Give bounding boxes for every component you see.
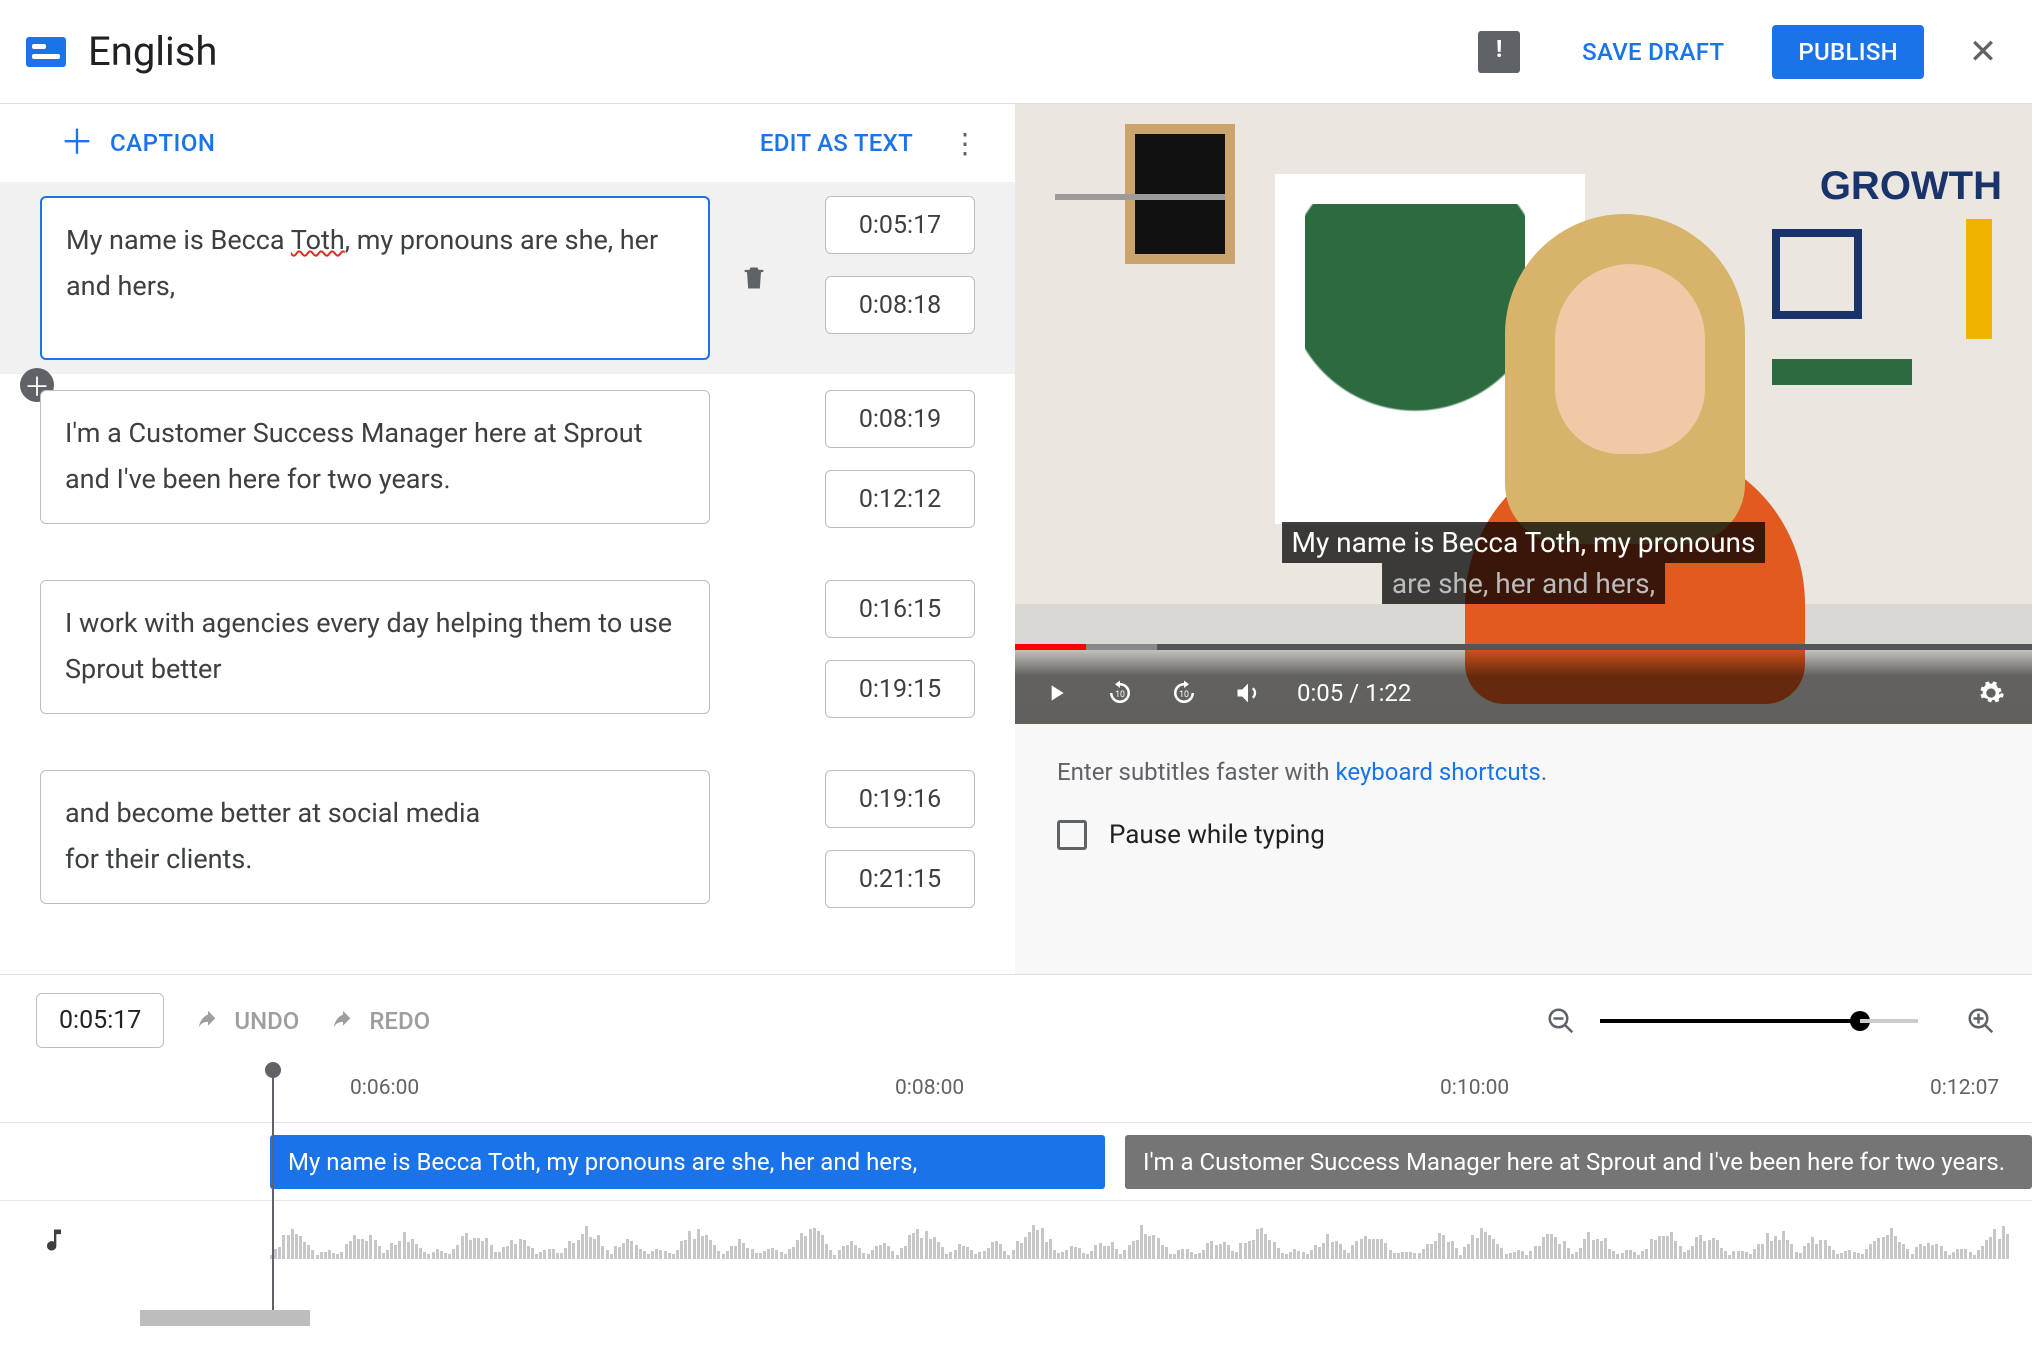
more-icon[interactable]: ⋮ (951, 127, 979, 160)
overlay-line: My name is Becca Toth, my pronouns (1282, 522, 1766, 563)
wall-text: GROWTH (1820, 164, 2002, 209)
publish-button[interactable]: PUBLISH (1772, 25, 1924, 79)
feedback-icon[interactable]: ! (1478, 31, 1520, 73)
close-icon[interactable]: ✕ (1964, 32, 2002, 72)
caption-text-input[interactable]: My name is Becca Toth, my pronouns are s… (40, 196, 710, 360)
delete-caption-button[interactable] (740, 262, 768, 294)
captions-icon (26, 37, 66, 67)
play-icon[interactable] (1041, 678, 1071, 708)
add-caption-button[interactable]: CAPTION (110, 129, 744, 157)
caption-end-time[interactable]: 0:12:12 (825, 470, 975, 528)
plus-icon[interactable]: ＋ (60, 126, 94, 160)
zoom-out-icon[interactable] (1546, 1006, 1576, 1036)
caption-row[interactable]: My name is Becca Toth, my pronouns are s… (0, 182, 1015, 374)
caption-start-time[interactable]: 0:05:17 (825, 196, 975, 254)
caption-row[interactable]: I'm a Customer Success Manager here at S… (0, 390, 1015, 580)
caption-text-input[interactable]: I work with agencies every day helping t… (40, 580, 710, 714)
caption-panel: ＋ CAPTION EDIT AS TEXT ⋮ ＋ My name is Be… (0, 104, 1015, 974)
tick-label: 0:10:00 (1440, 1076, 1509, 1100)
caption-end-time[interactable]: 0:21:15 (825, 850, 975, 908)
timeline[interactable]: 0:06:00 0:08:00 0:10:00 0:12:07 My name … (0, 1066, 2032, 1326)
caption-start-time[interactable]: 0:16:15 (825, 580, 975, 638)
playhead[interactable] (272, 1070, 274, 1326)
video-player[interactable]: GROWTH My name is Becca Toth, my pronoun… (1015, 104, 2032, 724)
pause-while-typing-checkbox[interactable] (1057, 820, 1087, 850)
caption-text-input[interactable]: I'm a Customer Success Manager here at S… (40, 390, 710, 524)
undo-button[interactable]: UNDO (194, 1007, 299, 1035)
caption-end-time[interactable]: 0:19:15 (825, 660, 975, 718)
forward-10-icon[interactable]: 10 (1169, 678, 1199, 708)
video-scene: GROWTH (1015, 104, 2032, 724)
caption-segment[interactable]: My name is Becca Toth, my pronouns are s… (270, 1135, 1105, 1189)
video-panel: GROWTH My name is Becca Toth, my pronoun… (1015, 104, 2032, 974)
zoom-slider-knob[interactable] (1850, 1011, 1870, 1031)
video-controls-bar: 10 10 0:05 / 1:22 (1015, 644, 2032, 724)
caption-lane[interactable]: My name is Becca Toth, my pronouns are s… (0, 1122, 2032, 1200)
keyboard-shortcuts-link[interactable]: keyboard shortcuts (1335, 758, 1540, 786)
video-progress[interactable] (1015, 644, 2032, 650)
redo-button[interactable]: REDO (329, 1007, 430, 1035)
spelling-highlight: Toth (291, 224, 345, 256)
zoom-slider[interactable] (1600, 1019, 1860, 1023)
caption-start-time[interactable]: 0:19:16 (825, 770, 975, 828)
zoom-controls (1546, 1006, 1996, 1036)
rewind-10-icon[interactable]: 10 (1105, 678, 1135, 708)
caption-row[interactable]: I work with agencies every day helping t… (0, 580, 1015, 770)
caption-text-part: My name is Becca (66, 224, 291, 256)
caption-end-time[interactable]: 0:08:18 (825, 276, 975, 334)
main-area: ＋ CAPTION EDIT AS TEXT ⋮ ＋ My name is Be… (0, 104, 2032, 974)
timeline-lanes: My name is Becca Toth, my pronouns are s… (0, 1122, 2032, 1278)
caption-row[interactable]: and become better at social media for th… (0, 770, 1015, 960)
tick-label: 0:08:00 (895, 1076, 964, 1100)
video-time-label: 0:05 / 1:22 (1297, 679, 1411, 707)
caption-times: 0:19:16 0:21:15 (825, 770, 975, 908)
caption-segment[interactable]: I'm a Customer Success Manager here at S… (1125, 1135, 2032, 1189)
caption-list: ＋ My name is Becca Toth, my pronouns are… (0, 182, 1015, 974)
volume-icon[interactable] (1233, 678, 1263, 708)
overlay-line: are she, her and hers, (1382, 563, 1665, 604)
tick-label: 0:12:07 (1930, 1076, 1999, 1100)
save-draft-button[interactable]: SAVE DRAFT (1556, 25, 1750, 79)
caption-text-input[interactable]: and become better at social media for th… (40, 770, 710, 904)
timeline-toolbar: 0:05:17 UNDO REDO (0, 975, 2032, 1066)
zoom-in-icon[interactable] (1966, 1006, 1996, 1036)
caption-start-time[interactable]: 0:08:19 (825, 390, 975, 448)
pause-while-typing-label: Pause while typing (1109, 820, 1325, 850)
svg-text:10: 10 (1179, 690, 1189, 700)
caption-times: 0:16:15 0:19:15 (825, 580, 975, 718)
time-ruler: 0:06:00 0:08:00 0:10:00 0:12:07 (270, 1076, 2012, 1116)
caption-times: 0:08:19 0:12:12 (825, 390, 975, 528)
edit-as-text-button[interactable]: EDIT AS TEXT (760, 129, 913, 157)
video-caption-overlay: My name is Becca Toth, my pronouns are s… (1282, 522, 1766, 604)
caption-times: 0:05:17 0:08:18 (825, 196, 975, 334)
header: English ! SAVE DRAFT PUBLISH ✕ (0, 0, 2032, 104)
horizontal-scrollbar-thumb[interactable] (140, 1310, 310, 1326)
timeline-panel: 0:05:17 UNDO REDO 0:06:00 0:08:00 0:10:0… (0, 974, 2032, 1326)
settings-icon[interactable] (1976, 678, 2006, 708)
waveform (270, 1223, 2012, 1259)
shortcuts-hint: Enter subtitles faster with keyboard sho… (1015, 724, 2032, 800)
language-title: English (88, 28, 1456, 75)
caption-toolbar: ＋ CAPTION EDIT AS TEXT ⋮ (0, 104, 1015, 182)
pause-while-typing-row: Pause while typing (1015, 800, 2032, 870)
svg-text:10: 10 (1115, 690, 1125, 700)
playhead-time-input[interactable]: 0:05:17 (36, 993, 164, 1048)
tick-label: 0:06:00 (350, 1076, 419, 1100)
audio-lane[interactable] (0, 1200, 2032, 1278)
music-note-icon (40, 1223, 68, 1257)
